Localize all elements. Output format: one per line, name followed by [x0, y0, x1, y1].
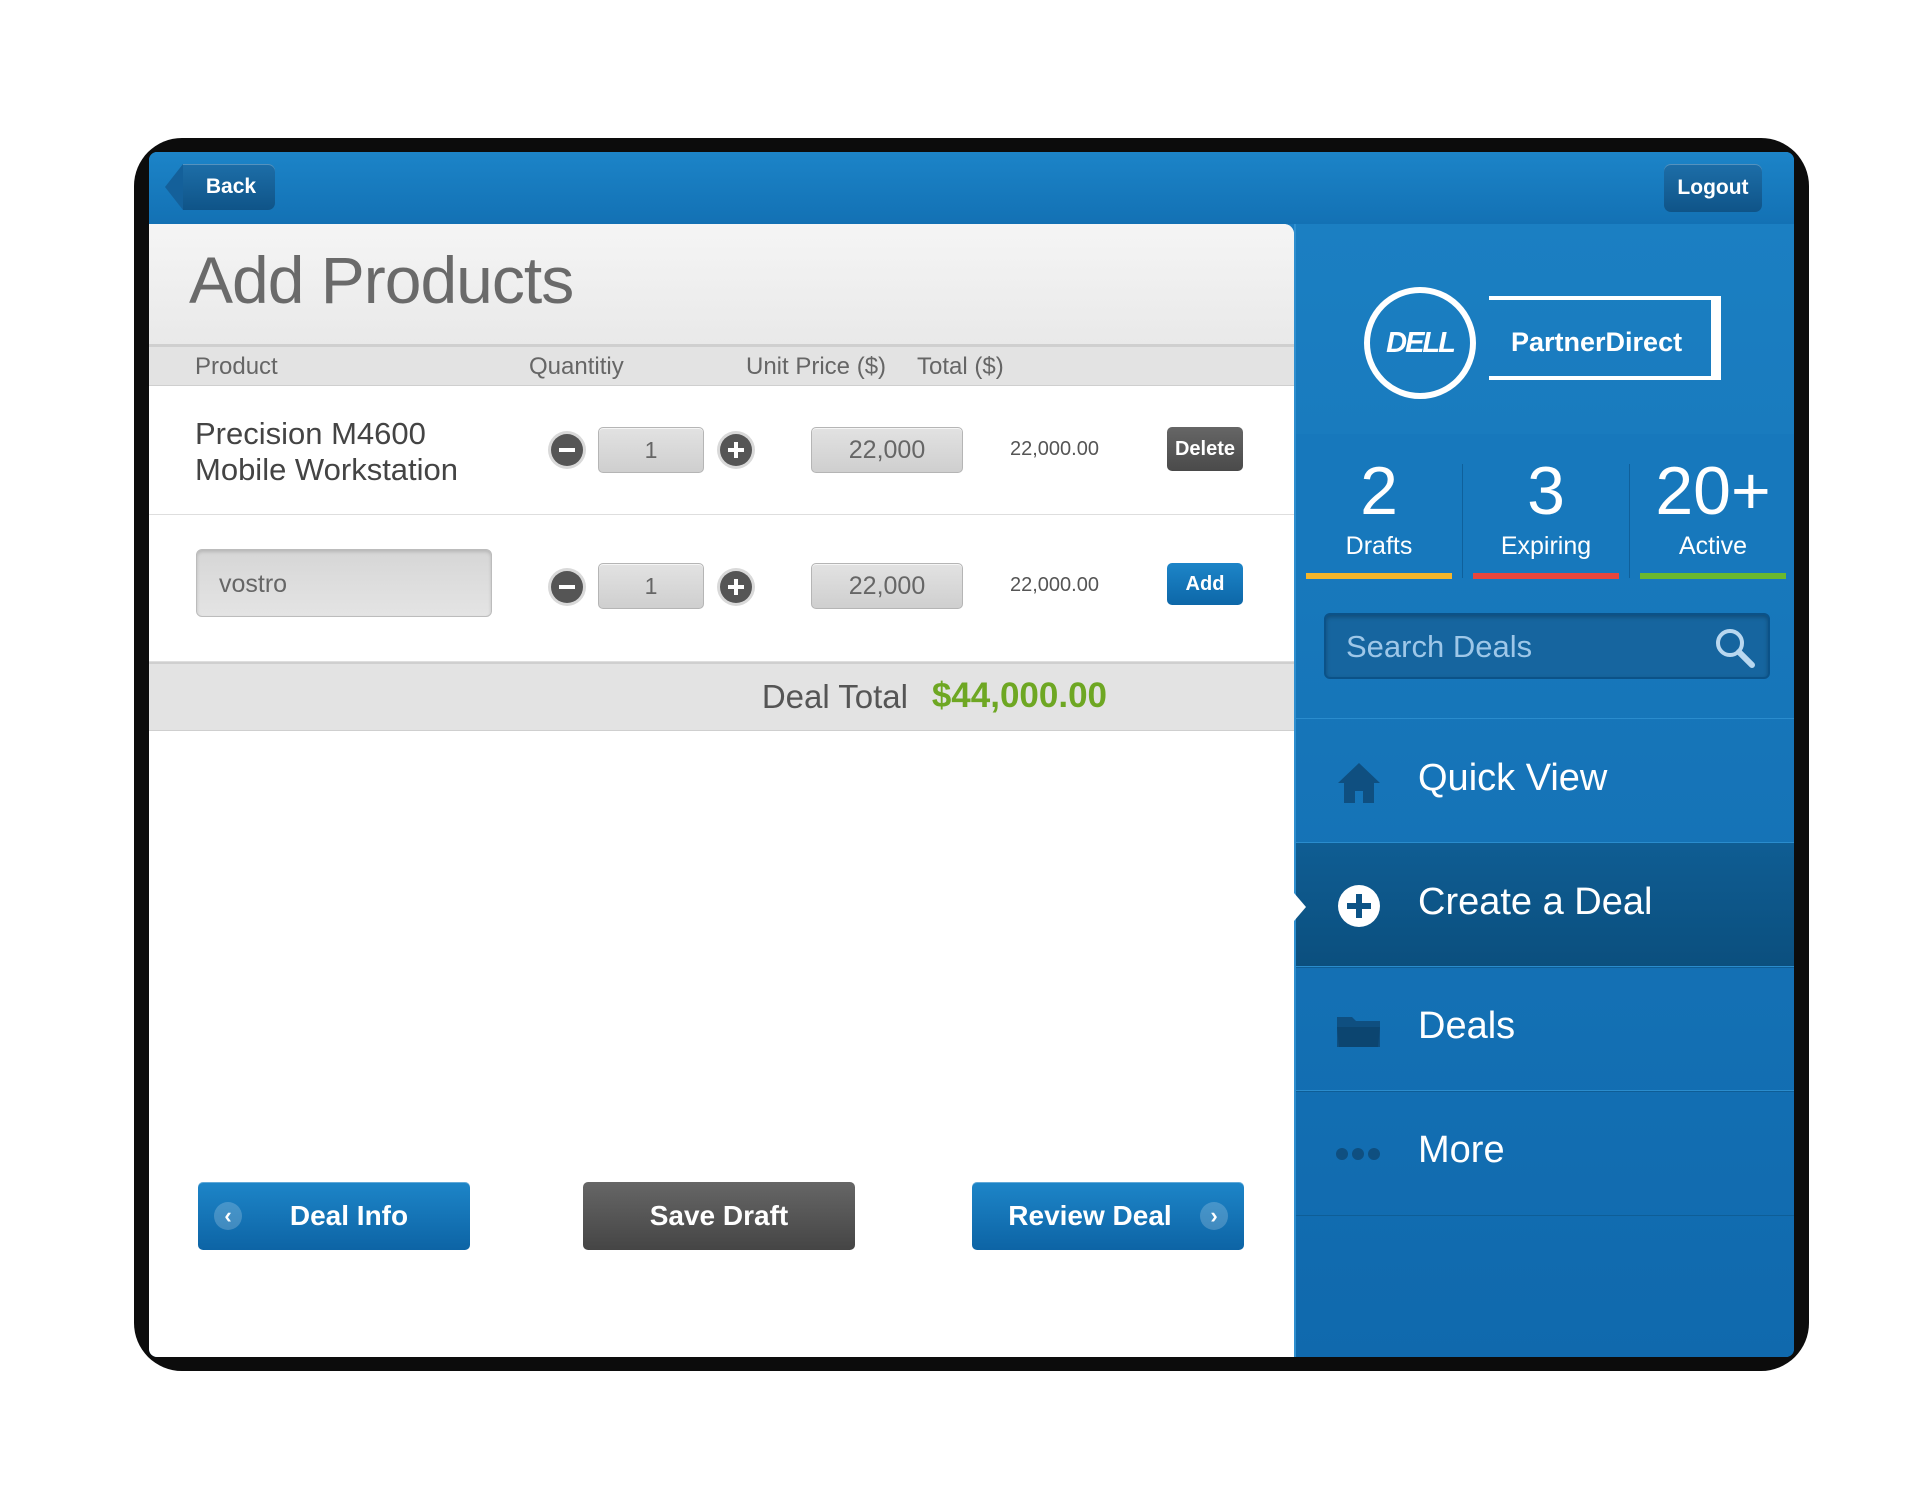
search-icon[interactable] — [1712, 625, 1756, 669]
deal-info-button[interactable]: ‹ Deal Info — [198, 1182, 470, 1250]
nav-label: More — [1418, 1129, 1505, 1171]
column-header-total: Total ($) — [917, 353, 1004, 380]
stat-drafts-label: Drafts — [1345, 532, 1413, 560]
title-area: Add Products — [149, 224, 1294, 347]
more-dots-icon — [1336, 1148, 1380, 1160]
home-icon — [1338, 763, 1380, 803]
stat-drafts-number: 2 — [1360, 453, 1398, 529]
column-header-quantity: Quantitiy — [529, 353, 624, 380]
deal-info-label: Deal Info — [289, 1200, 409, 1231]
save-draft-label: Save Draft — [649, 1200, 789, 1231]
deal-total-bar: Deal Total $44,000.00 — [149, 662, 1294, 731]
dell-logo: DELL — [1364, 287, 1476, 399]
stat-drafts[interactable]: 2 Drafts — [1296, 434, 1462, 579]
table-row: Precision M4600 Mobile Workstation 1 22,… — [149, 386, 1294, 516]
review-deal-label: Review Deal — [1008, 1200, 1172, 1231]
deal-total-label: Deal Total — [761, 678, 908, 715]
back-button[interactable]: Back — [165, 164, 275, 210]
chevron-left-icon: ‹ — [214, 1202, 242, 1230]
main-panel: Add Products Product Quantitiy Unit Pric… — [149, 224, 1294, 1357]
nav-item-create-deal[interactable]: Create a Deal — [1294, 842, 1794, 968]
sidebar: DELL PartnerDirect 2 Drafts 3 Expiring 2… — [1294, 224, 1794, 1357]
stat-drafts-bar — [1306, 573, 1452, 579]
chevron-right-icon: › — [1200, 1202, 1228, 1230]
table-row: vostro 1 22,000 22,000.00 Add — [149, 515, 1294, 663]
stat-expiring[interactable]: 3 Expiring — [1463, 434, 1629, 579]
product-name-line1: Precision M4600 — [195, 416, 426, 451]
stat-expiring-label: Expiring — [1500, 532, 1592, 560]
increase-quantity-button[interactable] — [720, 434, 752, 466]
back-button-label: Back — [205, 175, 257, 198]
nav-label: Create a Deal — [1418, 881, 1653, 923]
increase-quantity-button[interactable] — [720, 571, 752, 603]
product-name: Precision M4600 Mobile Workstation — [195, 416, 458, 488]
stat-expiring-bar — [1473, 573, 1619, 579]
review-deal-button[interactable]: Review Deal › — [972, 1182, 1244, 1250]
quantity-field[interactable]: 1 — [598, 563, 704, 609]
brand-area: DELL PartnerDirect — [1296, 224, 1794, 434]
unit-price-field[interactable]: 22,000 — [811, 427, 963, 473]
search-deals-field[interactable]: Search Deals — [1324, 613, 1770, 679]
product-search-input[interactable]: vostro — [196, 549, 492, 617]
nav-label: Deals — [1418, 1005, 1516, 1047]
top-bar: Back Logout — [149, 152, 1794, 224]
plus-circle-icon — [1338, 885, 1380, 927]
search-placeholder: Search Deals — [1346, 629, 1533, 664]
column-header-unit-price: Unit Price ($) — [746, 353, 887, 380]
stat-active-bar — [1640, 573, 1786, 579]
line-total: 22,000.00 — [1010, 438, 1099, 460]
save-draft-button[interactable]: Save Draft — [583, 1182, 855, 1250]
page-title: Add Products — [189, 243, 574, 317]
delete-button[interactable]: Delete — [1167, 427, 1243, 471]
add-button[interactable]: Add — [1167, 563, 1243, 605]
nav-item-more[interactable]: More — [1296, 1090, 1794, 1216]
quantity-field[interactable]: 1 — [598, 427, 704, 473]
column-header-product: Product — [195, 353, 278, 380]
nav-item-quick-view[interactable]: Quick View — [1296, 718, 1794, 844]
unit-price-field[interactable]: 22,000 — [811, 563, 963, 609]
decrease-quantity-button[interactable] — [551, 571, 583, 603]
deal-stats: 2 Drafts 3 Expiring 20+ Active — [1296, 434, 1794, 579]
decrease-quantity-button[interactable] — [551, 434, 583, 466]
stat-expiring-number: 3 — [1527, 453, 1565, 529]
line-total: 22,000.00 — [1010, 574, 1099, 596]
deal-total-value: $44,000.00 — [931, 676, 1107, 715]
stat-active-label: Active — [1678, 532, 1748, 560]
stat-active[interactable]: 20+ Active — [1630, 434, 1794, 579]
stat-active-number: 20+ — [1655, 453, 1771, 529]
nav-item-deals[interactable]: Deals — [1296, 966, 1794, 1092]
product-name-line2: Mobile Workstation — [195, 452, 459, 487]
nav-label: Quick View — [1418, 757, 1608, 799]
app-screen: Back Logout Add Products Product Quantit… — [149, 152, 1794, 1357]
logout-button[interactable]: Logout — [1664, 164, 1762, 212]
partnerdirect-logo: PartnerDirect — [1489, 296, 1721, 380]
table-header: Product Quantitiy Unit Price ($) Total (… — [149, 347, 1294, 386]
active-indicator — [1294, 893, 1306, 921]
folder-icon — [1337, 1017, 1380, 1047]
